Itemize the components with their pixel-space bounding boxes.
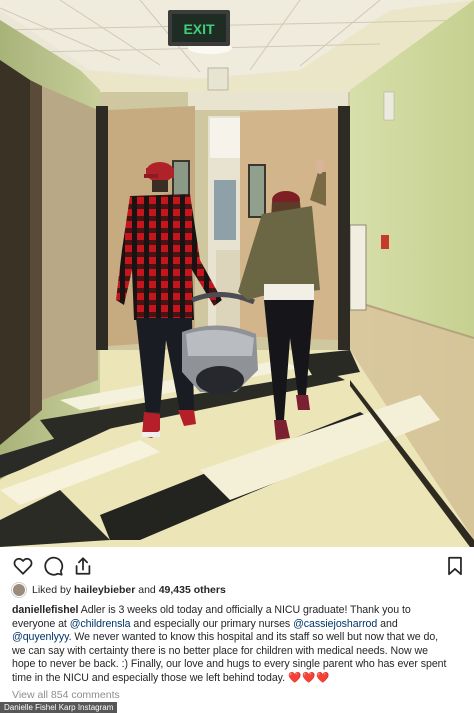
caption-text: . We never wanted to know this hospital … bbox=[68, 631, 439, 644]
caption-text: everyone at bbox=[12, 617, 67, 630]
view-comments-link[interactable]: View all 854 comments bbox=[12, 689, 120, 701]
mention-link[interactable]: @childrensla bbox=[70, 618, 131, 630]
likes-summary: Liked by haileybieber and 49,435 others bbox=[12, 582, 226, 598]
hospital-hallway-image: EXIT bbox=[0, 0, 474, 547]
post-photo[interactable]: EXIT bbox=[0, 0, 474, 547]
caption-line: @quyenlyyy. We never wanted to know this… bbox=[12, 631, 464, 645]
heart-icon[interactable] bbox=[12, 555, 34, 577]
caption-text: and bbox=[380, 617, 398, 630]
liker-username[interactable]: haileybieber bbox=[74, 584, 135, 596]
caption-text: Adler is 3 weeks old today and officiall… bbox=[80, 604, 411, 616]
post-caption: daniellefishel Adler is 3 weeks old toda… bbox=[12, 604, 464, 686]
caption-text: we can say with certainty there is no be… bbox=[12, 644, 428, 657]
likes-prefix: Liked by bbox=[32, 584, 72, 596]
caption-text: and especially our primary nurses bbox=[133, 617, 291, 630]
caption-text: hope to never be back. :) Finally, our l… bbox=[12, 658, 447, 671]
mention-link[interactable]: @quyenlyyy bbox=[12, 631, 69, 643]
caption-username[interactable]: daniellefishel bbox=[12, 604, 78, 616]
mention-link[interactable]: @cassiejosharrod bbox=[293, 618, 377, 630]
avatar[interactable] bbox=[12, 583, 26, 597]
caption-line: everyone at @childrensla and especially … bbox=[12, 618, 464, 632]
post-actions bbox=[0, 547, 474, 583]
bookmark-icon[interactable] bbox=[444, 555, 466, 577]
photo-credit: Danielle Fishel Karp Instagram bbox=[0, 702, 118, 713]
likes-count[interactable]: 49,435 others bbox=[159, 584, 226, 596]
comment-icon[interactable] bbox=[42, 555, 64, 577]
likes-middle: and bbox=[138, 584, 156, 596]
caption-line: time in the NICU and especially those we… bbox=[12, 672, 464, 686]
caption-line: hope to never be back. :) Finally, our l… bbox=[12, 658, 464, 672]
share-icon[interactable] bbox=[72, 555, 94, 577]
caption-line: we can say with certainty there is no be… bbox=[12, 645, 464, 659]
caption-text: time in the NICU and especially those we… bbox=[12, 671, 286, 684]
exit-sign-text: EXIT bbox=[183, 21, 215, 37]
caption-line: daniellefishel Adler is 3 weeks old toda… bbox=[12, 604, 464, 618]
hearts-emoji: ❤️❤️❤️ bbox=[287, 671, 331, 684]
